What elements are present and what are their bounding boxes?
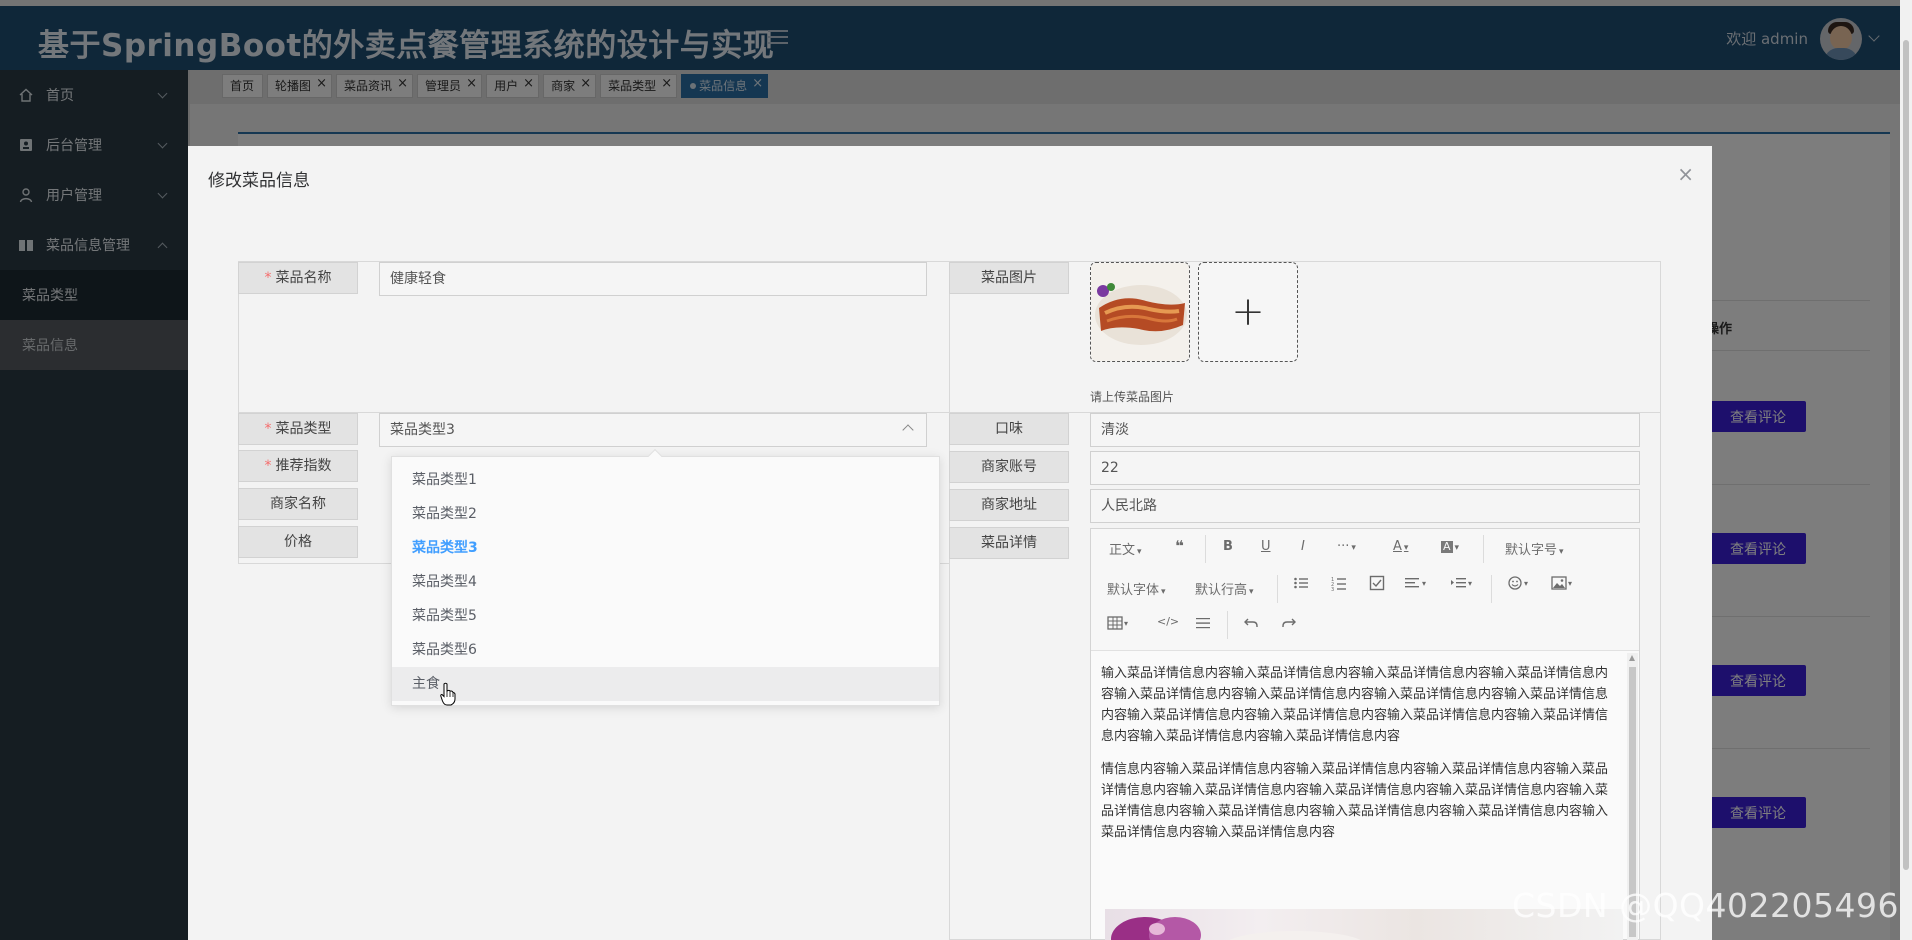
dropdown-option-hovered[interactable]: 主食 xyxy=(392,667,939,701)
close-icon[interactable]: × xyxy=(1677,162,1694,186)
merchant-account-input[interactable]: 22 xyxy=(1090,451,1640,485)
page-scrollbar[interactable] xyxy=(1900,0,1912,940)
svg-text:▾: ▾ xyxy=(1124,619,1128,628)
merchant-address-input[interactable]: 人民北路 xyxy=(1090,489,1640,523)
upload-hint: 请上传菜品图片 xyxy=(1090,390,1175,404)
font-color-icon[interactable]: A ▾ xyxy=(1393,539,1408,554)
merchant-account-label: 商家账号 xyxy=(949,451,1069,483)
svg-text:▾: ▾ xyxy=(1524,579,1528,588)
background-color-icon[interactable]: A ▾ xyxy=(1441,539,1459,554)
todo-checkbox-icon[interactable] xyxy=(1369,575,1385,595)
dropdown-option-selected[interactable]: 菜品类型3 xyxy=(392,531,939,565)
bullet-list-icon[interactable] xyxy=(1293,575,1309,595)
indent-icon[interactable]: ▾ xyxy=(1451,575,1477,595)
table-icon[interactable]: ▾ xyxy=(1107,615,1133,635)
dish-image-label: 菜品图片 xyxy=(949,262,1069,294)
svg-text:▾: ▾ xyxy=(1468,579,1472,588)
divider-line-icon[interactable] xyxy=(1195,615,1211,635)
merchant-address-label: 商家地址 xyxy=(949,489,1069,521)
editor-paragraph: 输入菜品详情信息内容输入菜品详情信息内容输入菜品详情信息内容输入菜品详情信息内容… xyxy=(1101,666,1609,744)
dish-name-input[interactable]: 健康轻食 xyxy=(379,262,927,296)
dish-type-label: * 菜品类型 xyxy=(238,413,358,445)
svg-text:▾: ▾ xyxy=(1422,579,1426,588)
dialog-title: 修改菜品信息 xyxy=(208,171,310,191)
svg-text:▾: ▾ xyxy=(1568,579,1572,588)
font-size-dropdown[interactable]: 默认字号 ▾ xyxy=(1505,539,1564,558)
chevron-up-icon xyxy=(902,424,914,436)
dropdown-option[interactable]: 菜品类型4 xyxy=(392,565,939,599)
dropdown-option[interactable]: 菜品类型5 xyxy=(392,599,939,633)
dish-image-thumbnail[interactable] xyxy=(1090,262,1190,362)
recommend-label: * 推荐指数 xyxy=(238,450,358,482)
dish-type-dropdown: 菜品类型1 菜品类型2 菜品类型3 菜品类型4 菜品类型5 菜品类型6 主食 xyxy=(391,448,940,706)
paragraph-format-dropdown[interactable]: 正文 ▾ xyxy=(1109,539,1142,558)
rich-text-editor: 正文 ▾ ❝ B U I ··· ▾ A ▾ A ▾ 默认字号 ▾ 默认字体 ▾ 默认行高 ▾… xyxy=(1090,528,1640,940)
code-icon[interactable]: </> xyxy=(1157,615,1179,628)
watermark: CSDN @QQ402205496 xyxy=(1512,886,1899,925)
flavor-label: 口味 xyxy=(949,413,1069,445)
select-value: 菜品类型3 xyxy=(390,422,455,438)
svg-text:3: 3 xyxy=(1331,587,1334,591)
merchant-name-label: 商家名称 xyxy=(238,488,358,520)
editor-toolbar: 正文 ▾ ❝ B U I ··· ▾ A ▾ A ▾ 默认字号 ▾ 默认字体 ▾ 默认行高 ▾… xyxy=(1091,529,1639,651)
emoji-icon[interactable]: ▾ xyxy=(1507,575,1533,595)
dropdown-option[interactable]: 菜品类型6 xyxy=(392,633,939,667)
undo-icon[interactable] xyxy=(1243,615,1259,635)
dish-type-select[interactable]: 菜品类型3 xyxy=(379,413,927,447)
quote-icon[interactable]: ❝ xyxy=(1175,537,1184,555)
add-image-button[interactable]: + xyxy=(1198,262,1298,362)
font-family-dropdown[interactable]: 默认字体 ▾ xyxy=(1107,579,1166,598)
numbered-list-icon[interactable]: 123 xyxy=(1331,575,1347,595)
flavor-input[interactable]: 清淡 xyxy=(1090,413,1640,447)
image-icon[interactable]: ▾ xyxy=(1551,575,1577,595)
more-styles-icon[interactable]: ··· ▾ xyxy=(1337,539,1356,554)
price-label: 价格 xyxy=(238,526,358,558)
bold-icon[interactable]: B xyxy=(1223,539,1233,554)
align-icon[interactable]: ▾ xyxy=(1405,575,1431,595)
underline-icon[interactable]: U xyxy=(1261,539,1271,554)
dish-name-label: * 菜品名称 xyxy=(238,262,358,294)
redo-icon[interactable] xyxy=(1281,615,1297,635)
dish-detail-label: 菜品详情 xyxy=(949,527,1069,559)
dropdown-option[interactable]: 菜品类型1 xyxy=(392,463,939,497)
editor-paragraph: 情信息内容输入菜品详情信息内容输入菜品详情信息内容输入菜品详情信息内容输入菜品详… xyxy=(1101,762,1609,840)
italic-icon[interactable]: I xyxy=(1301,539,1305,554)
hand-pointer-icon xyxy=(440,682,456,710)
line-height-dropdown[interactable]: 默认行高 ▾ xyxy=(1195,579,1254,598)
dropdown-option[interactable]: 菜品类型2 xyxy=(392,497,939,531)
